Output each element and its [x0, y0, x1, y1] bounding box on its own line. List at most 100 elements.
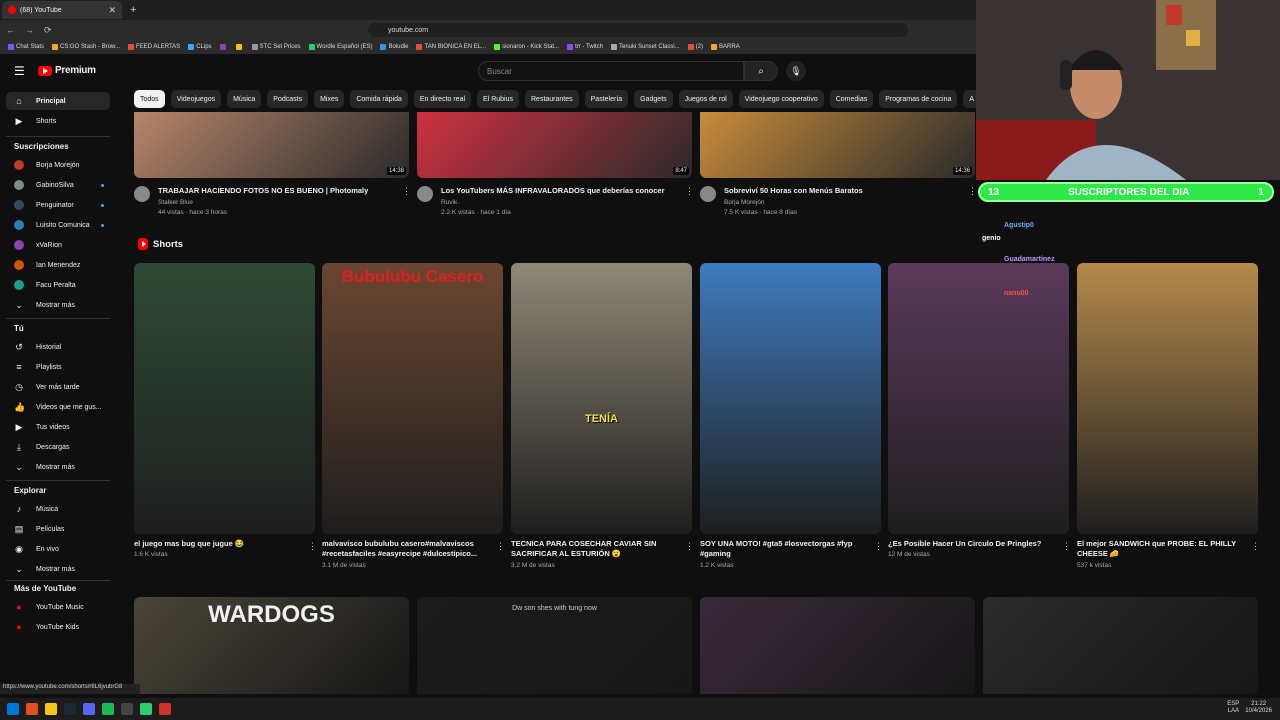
filter-chip[interactable]: Mixes [314, 90, 345, 108]
bookmark-item[interactable]: Chat Stats [8, 44, 44, 50]
short-thumbnail[interactable]: TENÍA [511, 263, 692, 534]
bookmark-item[interactable]: trr - Twitch [567, 44, 603, 50]
video-thumbnail[interactable]: WARDOGS [134, 597, 409, 694]
filter-chip[interactable]: El Rubius [477, 90, 519, 108]
video-thumbnail[interactable]: 14:36 [700, 112, 975, 178]
spotify-icon[interactable] [102, 703, 114, 715]
steam-icon[interactable] [64, 703, 76, 715]
search-input[interactable]: Buscar [478, 61, 744, 81]
sidebar-item-you[interactable]: ▶ Tus videos [6, 418, 110, 436]
url-field[interactable]: youtube.com [368, 23, 908, 37]
more-options-icon[interactable]: ⋮ [874, 541, 883, 552]
sidebar-item-more[interactable]: ● YouTube Music [6, 598, 110, 616]
video-thumbnail[interactable]: 8:47 [417, 112, 692, 178]
sidebar-item-you[interactable]: ⌄ Mostrar más [6, 458, 110, 476]
filter-chip[interactable]: Comedias [829, 90, 874, 108]
new-tab-button[interactable]: + [130, 4, 136, 16]
bookmark-item[interactable]: TAN BIONICA EN EL... [416, 44, 486, 50]
subscription-item[interactable]: Facu Peralta [6, 276, 110, 294]
video-thumbnail[interactable] [700, 597, 975, 694]
channel-name[interactable]: Ruvik· [441, 199, 459, 206]
filter-chip[interactable]: Videojuegos [170, 90, 222, 108]
subscription-item[interactable]: xVaRion [6, 236, 110, 254]
sidebar-item-you[interactable]: ◷ Ver más tarde [6, 378, 110, 396]
reload-icon[interactable]: ⟳ [44, 25, 52, 36]
bookmark-item[interactable]: STC Set Prices [251, 44, 301, 50]
discord-icon[interactable] [83, 703, 95, 715]
bookmark-item[interactable]: FEED ALERTAS [128, 44, 180, 50]
video-title[interactable]: Sobreviví 50 Horas con Menús Baratos [724, 186, 863, 195]
close-tab-icon[interactable]: ✕ [108, 5, 116, 16]
filter-chip[interactable]: En directo real [413, 90, 472, 108]
short-thumbnail[interactable] [134, 263, 315, 534]
you-heading[interactable]: Tú [14, 324, 24, 333]
bookmark-item[interactable]: BARRA [711, 44, 740, 50]
filter-chip[interactable]: Restaurantes [525, 90, 579, 108]
short-title[interactable]: El mejor SANDWICH que PROBE: EL PHILLY C… [1077, 539, 1245, 559]
sidebar-item-more[interactable]: ● YouTube Kids [6, 618, 110, 636]
windows-start-icon[interactable] [7, 703, 19, 715]
filter-chip[interactable]: Todos [134, 90, 165, 108]
search-button[interactable]: ⌕ [744, 61, 778, 81]
bookmark-item[interactable] [235, 44, 244, 50]
video-title[interactable]: Los YouTubers MÁS INFRAVALORADOS que deb… [441, 186, 665, 195]
filter-chip[interactable]: Juegos de rol [678, 90, 733, 108]
short-title[interactable]: malvavisco bubulubu casero#malvaviscos #… [322, 539, 490, 559]
video-thumbnail[interactable] [983, 597, 1258, 694]
short-thumbnail[interactable] [700, 263, 881, 534]
bookmark-item[interactable] [219, 44, 228, 50]
clock[interactable]: 21:22 10/4/2026 [1245, 701, 1272, 715]
short-title[interactable]: el juego mas bug que jugue 😂 [134, 539, 302, 549]
bookmark-item[interactable]: CS:GO Stash - Brow... [52, 44, 120, 50]
brave-icon[interactable] [26, 703, 38, 715]
sidebar-item-you[interactable]: ↺ Historial [6, 338, 110, 356]
language-indicator[interactable]: ESP LAA [1227, 701, 1239, 715]
channel-name[interactable]: Borja Morejón [724, 199, 764, 206]
folder-icon[interactable] [45, 703, 57, 715]
filter-chip[interactable]: Podcasts [267, 90, 309, 108]
bookmark-item[interactable]: sionaron - Kick Stat... [494, 44, 559, 50]
channel-avatar[interactable] [417, 186, 433, 202]
more-options-icon[interactable]: ⋮ [685, 541, 694, 552]
bookmark-item[interactable]: CLips [188, 44, 212, 50]
back-icon[interactable]: ← [6, 25, 15, 35]
bookmark-item[interactable]: Tenuki Sunset Classi... [610, 44, 680, 50]
more-options-icon[interactable]: ⋮ [1251, 541, 1260, 552]
filter-chip[interactable]: Comida rápida [350, 90, 408, 108]
channel-name[interactable]: Stalker Blue [158, 199, 193, 206]
more-options-icon[interactable]: ⋮ [402, 186, 411, 197]
filter-chip[interactable]: Pastelería [584, 90, 629, 108]
more-options-icon[interactable]: ⋮ [685, 186, 694, 197]
filter-chip[interactable]: Videojuego cooperativo [738, 90, 824, 108]
channel-avatar[interactable] [700, 186, 716, 202]
sidebar-item-you[interactable]: ⤓ Descargas [6, 438, 110, 456]
video-thumbnail[interactable]: Dw son shes with tung now [417, 597, 692, 694]
browser-tab[interactable]: (68) YouTube ✕ [2, 1, 122, 19]
video-thumbnail[interactable]: 14:38 [134, 112, 409, 178]
more-options-icon[interactable]: ⋮ [1062, 541, 1071, 552]
bookmark-item[interactable]: (2) [687, 44, 703, 50]
sidebar-item-you[interactable]: ≡ Playlists [6, 358, 110, 376]
recorder-icon[interactable] [159, 703, 171, 715]
bookmark-item[interactable]: Wordle Español (ES) [308, 44, 372, 50]
sidebar-item-explore[interactable]: ♪ Música [6, 500, 110, 518]
hamburger-menu-icon[interactable]: ☰ [14, 64, 25, 78]
filter-chip[interactable]: Programas de cocina [879, 90, 958, 108]
short-title[interactable]: ¿Es Posible Hacer Un Circulo De Pringles… [888, 539, 1056, 549]
sidebar-item-explore[interactable]: ◉ En vivo [6, 540, 110, 558]
subscription-item[interactable]: GabinoSilva [6, 176, 110, 194]
more-options-icon[interactable]: ⋮ [496, 541, 505, 552]
kick-icon[interactable] [140, 703, 152, 715]
filter-chip[interactable]: Gadgets [634, 90, 673, 108]
sidebar-item-principal[interactable]: ⌂ Principal [6, 92, 110, 110]
channel-avatar[interactable] [134, 186, 150, 202]
more-options-icon[interactable]: ⋮ [968, 186, 977, 197]
voice-search-button[interactable]: 🎙 [786, 61, 806, 81]
short-thumbnail[interactable] [1077, 263, 1258, 534]
subscription-item[interactable]: Luisito Comunica [6, 216, 110, 234]
youtube-logo[interactable]: Premium [38, 65, 96, 76]
video-title[interactable]: TRABAJAR HACIENDO FOTOS NO ES BUENO | Ph… [158, 186, 368, 195]
filter-chip[interactable]: A [963, 90, 976, 108]
sidebar-item-explore[interactable]: ⌄ Mostrar más [6, 560, 110, 578]
show-more-subs[interactable]: ⌄ Mostrar más [6, 296, 110, 314]
